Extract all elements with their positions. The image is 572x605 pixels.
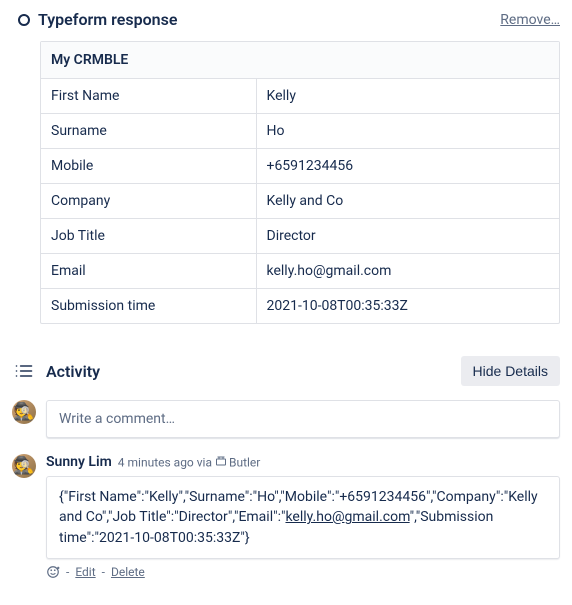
comment-body: {"First Name":"Kelly","Surname":"Ho","Mo…: [46, 476, 560, 559]
hide-details-button[interactable]: Hide Details: [461, 356, 560, 386]
comment-input[interactable]: Write a comment…: [46, 400, 560, 438]
activity-section: Activity Hide Details 🕵️ Write a comment…: [12, 356, 560, 579]
comment-input-row: 🕵️ Write a comment…: [12, 400, 560, 438]
row-value: 2021-10-08T00:35:33Z: [256, 289, 559, 324]
table-row: Mobile +6591234456: [41, 149, 559, 184]
emoji-icon[interactable]: [46, 565, 60, 579]
butler-icon: [215, 454, 228, 467]
row-label: First Name: [41, 79, 256, 114]
comment-author: Sunny Lim: [46, 454, 112, 470]
table-row: Surname Ho: [41, 114, 559, 149]
typeform-title: Typeform response: [38, 10, 177, 29]
row-label: Surname: [41, 114, 256, 149]
avatar: 🕵️: [12, 400, 36, 424]
row-value: kelly.ho@gmail.com: [256, 254, 559, 289]
table-row: Submission time 2021-10-08T00:35:33Z: [41, 289, 559, 324]
row-value: Ho: [256, 114, 559, 149]
bullet-icon: [18, 14, 30, 26]
comment-item: 🕵️ Sunny Lim 4 minutes ago via Butler {"…: [12, 454, 560, 579]
activity-title: Activity: [46, 362, 100, 381]
delete-link[interactable]: Delete: [111, 565, 145, 579]
table-row: Email kelly.ho@gmail.com: [41, 254, 559, 289]
email-link[interactable]: kelly.ho@gmail.com: [285, 509, 409, 525]
typeform-section: Typeform response Remove… My CRMBLE Firs…: [12, 10, 560, 324]
typeform-header: Typeform response Remove…: [40, 10, 560, 29]
row-label: Submission time: [41, 289, 256, 324]
table-title: My CRMBLE: [41, 42, 559, 79]
activity-header: Activity Hide Details: [12, 356, 560, 386]
typeform-table: My CRMBLE First Name Kelly Surname Ho Mo…: [40, 41, 560, 324]
row-label: Job Title: [41, 219, 256, 254]
row-label: Email: [41, 254, 256, 289]
row-value: Director: [256, 219, 559, 254]
avatar: 🕵️: [12, 454, 36, 478]
comment-meta: Sunny Lim 4 minutes ago via Butler: [46, 454, 560, 470]
table-row: Company Kelly and Co: [41, 184, 559, 219]
activity-icon: [12, 359, 36, 383]
comment-actions: - Edit - Delete: [46, 565, 560, 579]
remove-link[interactable]: Remove…: [500, 12, 560, 28]
table-row: First Name Kelly: [41, 79, 559, 114]
row-value: +6591234456: [256, 149, 559, 184]
row-value: Kelly and Co: [256, 184, 559, 219]
row-label: Company: [41, 184, 256, 219]
row-value: Kelly: [256, 79, 559, 114]
row-label: Mobile: [41, 149, 256, 184]
edit-link[interactable]: Edit: [75, 565, 95, 579]
comment-time: 4 minutes ago via Butler: [118, 454, 261, 470]
table-row: Job Title Director: [41, 219, 559, 254]
